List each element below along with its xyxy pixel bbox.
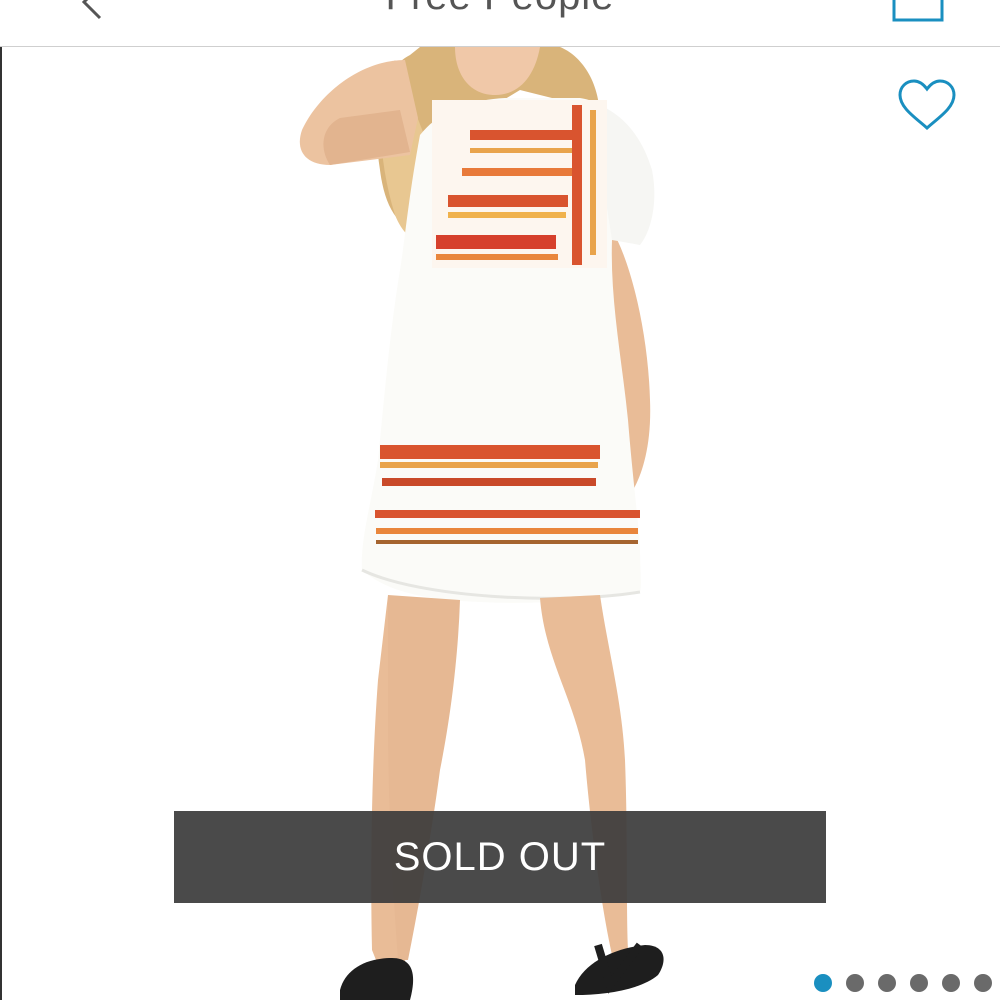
- product-screen: Free People: [0, 0, 1000, 1000]
- carousel-dot-2[interactable]: [846, 974, 864, 992]
- screen-edge: [0, 46, 2, 1000]
- carousel-dot-1[interactable]: [814, 974, 832, 992]
- carousel-indicator: [814, 974, 992, 994]
- shopping-bag-button[interactable]: [890, 0, 946, 22]
- left-sandal: [340, 958, 414, 1000]
- sold-out-banner: SOLD OUT: [174, 811, 826, 903]
- favorite-button[interactable]: [896, 78, 958, 134]
- carousel-dot-3[interactable]: [878, 974, 896, 992]
- carousel-dot-6[interactable]: [974, 974, 992, 992]
- heart-outline-icon: [898, 79, 956, 131]
- carousel-dot-4[interactable]: [910, 974, 928, 992]
- store-title: Free People: [0, 0, 1000, 19]
- carousel-dot-5[interactable]: [942, 974, 960, 992]
- top-bar: Free People: [0, 0, 1000, 47]
- shopping-bag-icon: [892, 0, 944, 22]
- sold-out-label: SOLD OUT: [393, 834, 607, 879]
